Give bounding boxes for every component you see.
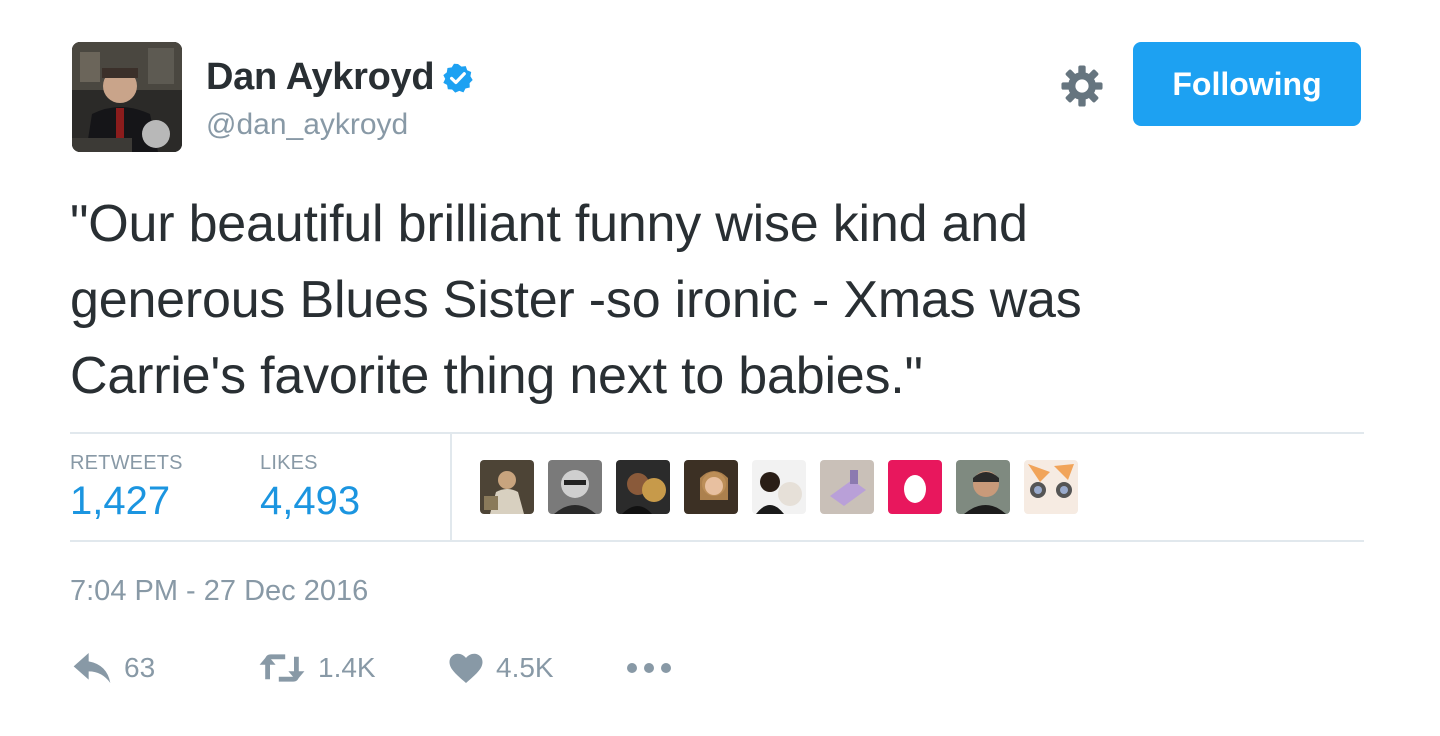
- liker-avatar[interactable]: [956, 460, 1010, 514]
- likes-count: 4,493: [260, 479, 361, 523]
- likes-label: LIKES: [260, 452, 318, 474]
- tweet-timestamp[interactable]: 7:04 PM - 27 Dec 2016: [70, 575, 368, 608]
- stats-bottom-divider: [70, 540, 1364, 542]
- liker-avatar[interactable]: [480, 460, 534, 514]
- tweet-text: "Our beautiful brilliant funny wise kind…: [70, 186, 1370, 414]
- heart-icon: [449, 653, 483, 683]
- retweets-stat[interactable]: RETWEETS 1,427: [70, 452, 183, 524]
- liker-avatar[interactable]: [888, 460, 942, 514]
- more-options-button[interactable]: [626, 646, 672, 690]
- reply-count: 63: [124, 652, 156, 683]
- reply-icon: [73, 653, 111, 683]
- liker-avatar[interactable]: [752, 460, 806, 514]
- retweet-icon: [259, 654, 305, 682]
- liker-avatar[interactable]: [548, 460, 602, 514]
- author-avatar-image: [72, 42, 182, 152]
- verified-badge-icon: [443, 63, 473, 93]
- stats-top-divider: [70, 432, 1364, 434]
- following-button[interactable]: Following: [1133, 42, 1361, 126]
- reply-button[interactable]: 63: [72, 646, 155, 690]
- retweet-button[interactable]: 1.4K: [258, 646, 376, 690]
- author-handle[interactable]: @dan_aykroyd: [206, 108, 408, 142]
- author-avatar[interactable]: [72, 42, 182, 152]
- liker-avatar[interactable]: [616, 460, 670, 514]
- author-display-name[interactable]: Dan Aykroyd: [206, 56, 435, 99]
- author-name-row[interactable]: Dan Aykroyd: [206, 56, 474, 99]
- stats-vertical-divider: [450, 433, 452, 541]
- liker-avatar[interactable]: [684, 460, 738, 514]
- liker-avatar[interactable]: [820, 460, 874, 514]
- gear-icon[interactable]: [1060, 64, 1104, 108]
- retweet-count: 1.4K: [318, 652, 376, 683]
- tweet-text-line: generous Blues Sister -so ironic - Xmas …: [70, 271, 1082, 329]
- tweet-text-line: "Our beautiful brilliant funny wise kind…: [70, 195, 1028, 253]
- like-button[interactable]: 4.5K: [448, 646, 554, 690]
- liker-avatars: [480, 460, 1078, 514]
- tweet-text-line: Carrie's favorite thing next to babies.": [70, 347, 923, 405]
- retweets-count: 1,427: [70, 479, 171, 523]
- more-options-icon: [627, 663, 671, 673]
- like-count: 4.5K: [496, 652, 554, 683]
- likes-stat[interactable]: LIKES 4,493: [260, 452, 360, 524]
- retweets-label: RETWEETS: [70, 452, 183, 474]
- liker-avatar[interactable]: [1024, 460, 1078, 514]
